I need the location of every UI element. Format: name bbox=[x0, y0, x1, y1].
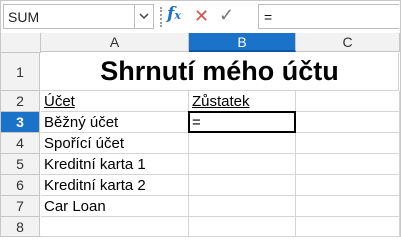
toolbar-separator bbox=[160, 7, 163, 27]
cell-c5[interactable] bbox=[296, 154, 400, 175]
column-header-a[interactable]: A bbox=[41, 33, 189, 52]
cell-c8[interactable] bbox=[296, 217, 400, 237]
cell-a6[interactable]: Kreditní karta 2 bbox=[41, 175, 189, 196]
account-name: Car Loan bbox=[44, 198, 106, 215]
active-cell-value: = bbox=[192, 114, 201, 131]
formula-bar: SUM fx ✕ ✓ = bbox=[1, 1, 400, 34]
formula-input-value: = bbox=[264, 9, 273, 25]
row-header-3[interactable]: 3 bbox=[1, 112, 40, 133]
row-header-2[interactable]: 2 bbox=[1, 91, 40, 112]
column-header-b[interactable]: B bbox=[189, 33, 296, 52]
cell-a5[interactable]: Kreditní karta 1 bbox=[41, 154, 189, 175]
cell-b2[interactable]: Zůstatek bbox=[189, 91, 296, 112]
formula-input[interactable]: = bbox=[258, 4, 399, 29]
name-box-value: SUM bbox=[8, 9, 40, 25]
account-name: Kreditní karta 2 bbox=[44, 177, 146, 194]
cell-a2[interactable]: Účet bbox=[41, 91, 189, 112]
row-header-8[interactable]: 8 bbox=[1, 217, 40, 237]
column-header-c[interactable]: C bbox=[296, 33, 400, 52]
account-name: Spořící účet bbox=[44, 135, 125, 152]
cell-c6[interactable] bbox=[296, 175, 400, 196]
chevron-down-icon bbox=[139, 13, 149, 20]
function-wizard-icon[interactable]: fx bbox=[167, 4, 181, 24]
cell-b7[interactable] bbox=[189, 196, 296, 217]
cell-a4[interactable]: Spořící účet bbox=[41, 133, 189, 154]
spreadsheet-window: SUM fx ✕ ✓ = A B C 1 2 3 4 5 6 7 8 Shrnu… bbox=[0, 0, 401, 237]
cell-c3[interactable] bbox=[296, 112, 400, 133]
cell-c2[interactable] bbox=[296, 91, 400, 112]
row-header-7[interactable]: 7 bbox=[1, 196, 40, 217]
row-header-1[interactable]: 1 bbox=[1, 53, 40, 91]
cancel-icon[interactable]: ✕ bbox=[194, 6, 209, 27]
row-header-6[interactable]: 6 bbox=[1, 175, 40, 196]
cell-b8[interactable] bbox=[189, 217, 296, 237]
cell-a3[interactable]: Běžný účet bbox=[41, 112, 189, 133]
cell-c4[interactable] bbox=[296, 133, 400, 154]
cell-b6[interactable] bbox=[189, 175, 296, 196]
cell-b4[interactable] bbox=[189, 133, 296, 154]
account-header: Účet bbox=[44, 93, 75, 110]
select-all-corner[interactable] bbox=[1, 33, 41, 53]
row-header-5[interactable]: 5 bbox=[1, 154, 40, 175]
name-box[interactable]: SUM bbox=[3, 4, 154, 29]
cell-a8[interactable] bbox=[41, 217, 189, 237]
cell-b5[interactable] bbox=[189, 154, 296, 175]
cell-a7[interactable]: Car Loan bbox=[41, 196, 189, 217]
balance-header: Zůstatek bbox=[192, 93, 250, 110]
cell-c7[interactable] bbox=[296, 196, 400, 217]
account-name: Kreditní karta 1 bbox=[44, 156, 146, 173]
row-header-4[interactable]: 4 bbox=[1, 133, 40, 154]
cell-b3[interactable]: = bbox=[189, 112, 296, 133]
name-box-dropdown[interactable] bbox=[134, 5, 153, 28]
accept-icon[interactable]: ✓ bbox=[219, 5, 234, 26]
account-name: Běžný účet bbox=[44, 114, 119, 131]
sheet-title-cell[interactable]: Shrnutí mého účtu bbox=[41, 53, 399, 91]
